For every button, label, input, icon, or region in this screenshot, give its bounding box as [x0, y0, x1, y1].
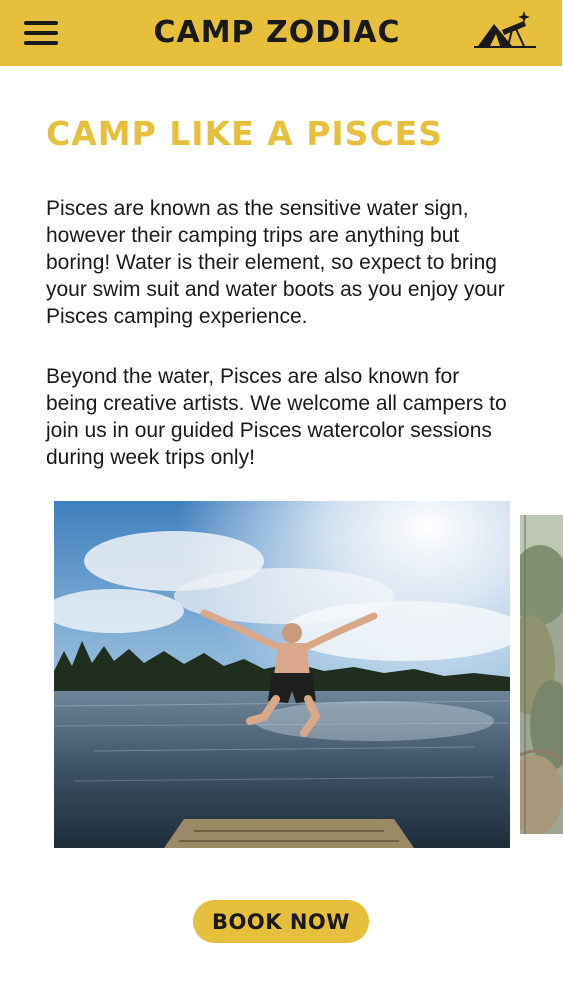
man-jumping-into-lake-photo: [54, 501, 510, 848]
page-title: CAMP LIKE A PISCES: [46, 114, 443, 153]
site-header: CAMP ZODIAC: [0, 0, 562, 66]
carousel-main-image[interactable]: [54, 501, 510, 848]
site-logo[interactable]: CAMP ZODIAC: [148, 12, 406, 52]
forest-trees-photo: [520, 515, 563, 834]
tent-telescope-icon: [474, 11, 536, 48]
carousel-next-image[interactable]: [520, 515, 563, 834]
artists-paragraph: Beyond the water, Pisces are also known …: [46, 365, 507, 469]
intro-paragraph: Pisces are known as the sensitive water …: [46, 197, 505, 328]
hamburger-menu-icon[interactable]: [24, 19, 58, 47]
brand-name: CAMP ZODIAC: [153, 14, 401, 50]
book-now-button[interactable]: BOOK NOW: [193, 900, 369, 943]
